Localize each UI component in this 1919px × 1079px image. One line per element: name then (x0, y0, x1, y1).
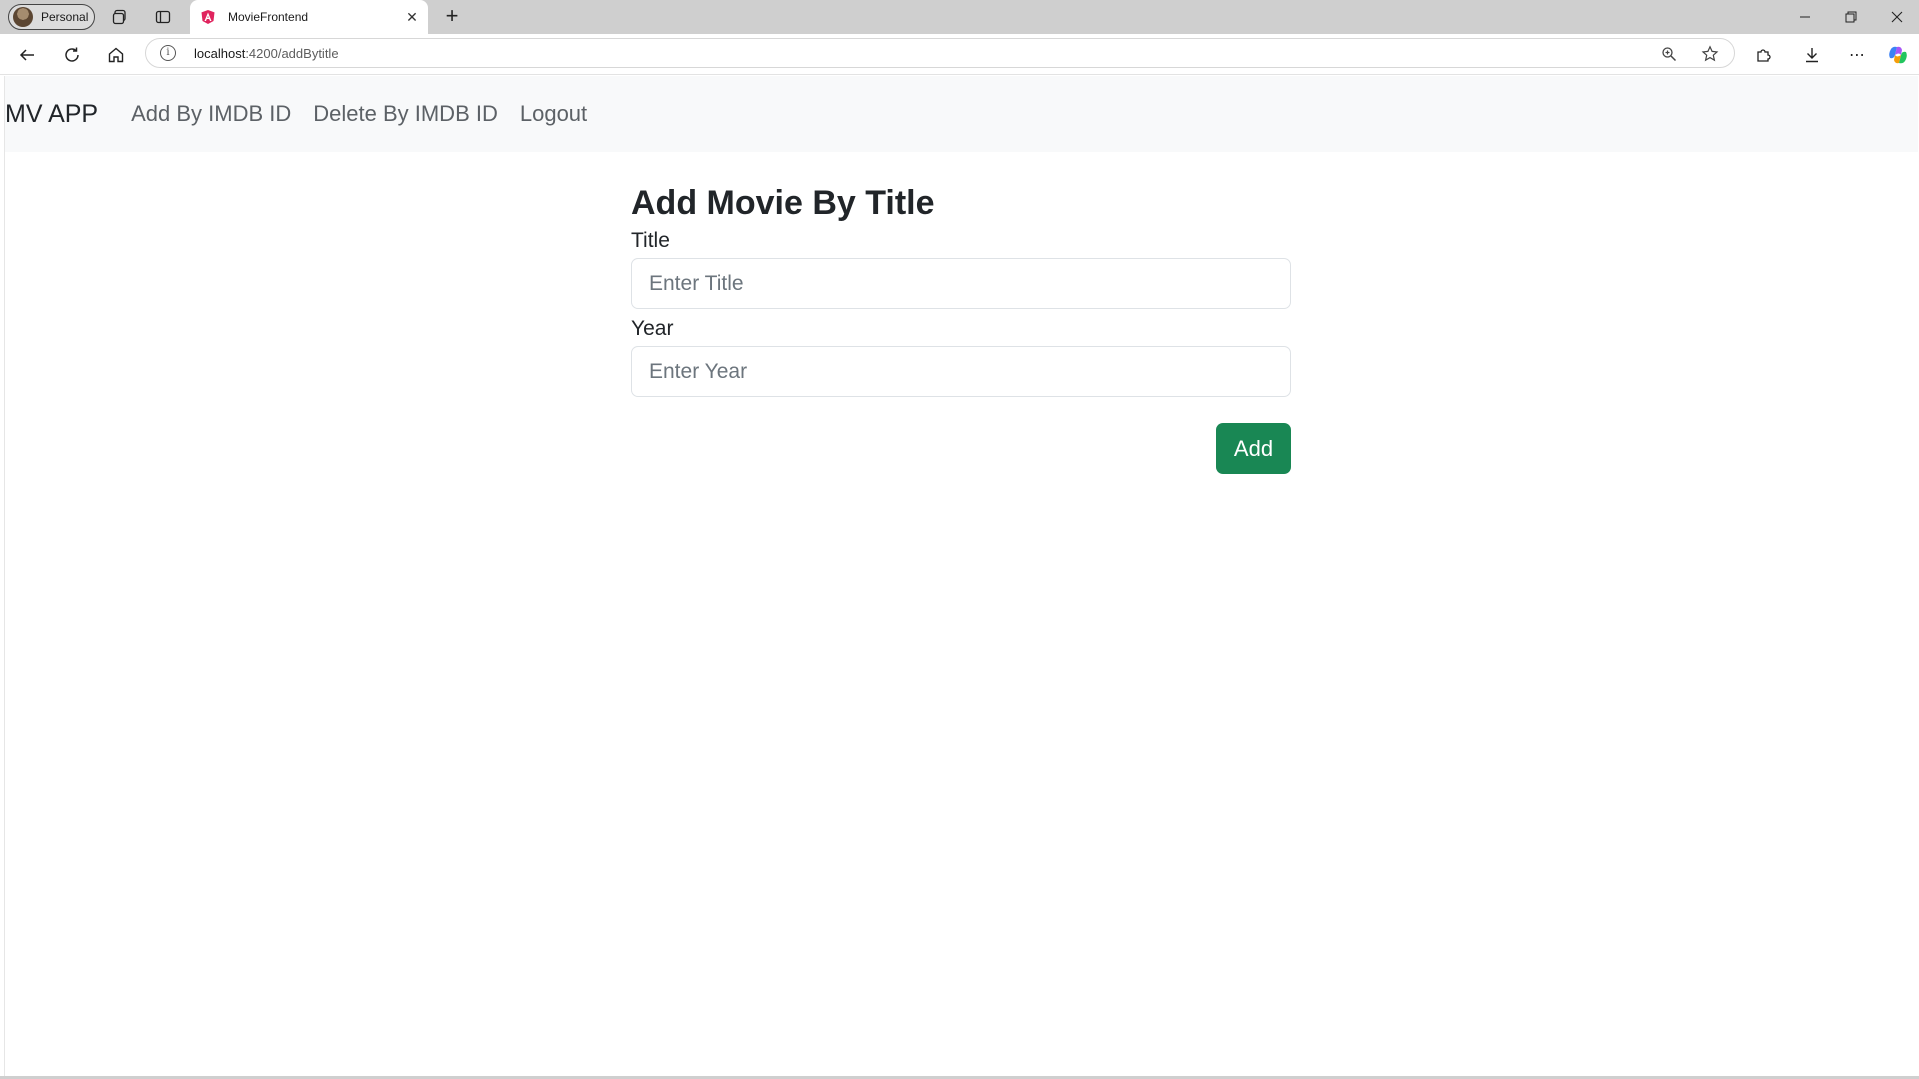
app-navbar: MV APP Add By IMDB ID Delete By IMDB ID … (5, 76, 1918, 152)
favorite-star-icon[interactable] (1701, 45, 1719, 63)
zoom-icon[interactable] (1660, 45, 1678, 63)
nav-link-delete-by-imdb[interactable]: Delete By IMDB ID (313, 101, 498, 127)
form-actions: Add (631, 423, 1291, 483)
year-label: Year (631, 317, 674, 340)
workspaces-icon[interactable] (110, 7, 130, 27)
nav-link-logout[interactable]: Logout (520, 101, 587, 127)
add-movie-form: Add Movie By Title Title Year Add (631, 184, 1291, 483)
title-input[interactable] (631, 258, 1291, 309)
url-text: localhost:4200/addBytitle (194, 46, 339, 61)
extensions-icon[interactable] (1752, 43, 1776, 67)
profile-avatar (13, 7, 33, 27)
title-label: Title (631, 229, 670, 252)
home-icon[interactable] (104, 43, 128, 67)
restore-icon[interactable] (1828, 0, 1874, 34)
year-input[interactable] (631, 346, 1291, 397)
page-title: Add Movie By Title (631, 184, 935, 222)
close-window-icon[interactable] (1874, 0, 1919, 34)
minimize-icon[interactable] (1782, 0, 1828, 34)
browser-toolbar: i localhost:4200/addBytitle ⋯ (0, 34, 1919, 75)
tab-title: MovieFrontend (228, 10, 309, 24)
copilot-icon[interactable] (1886, 43, 1910, 67)
active-tab[interactable]: MovieFrontend ✕ (190, 0, 428, 34)
profile-label: Personal (41, 10, 89, 24)
address-bar[interactable]: i localhost:4200/addBytitle (145, 38, 1735, 68)
angular-favicon (201, 10, 215, 24)
nav-link-add-by-imdb[interactable]: Add By IMDB ID (131, 101, 291, 127)
close-tab-icon[interactable]: ✕ (402, 7, 422, 27)
browser-tabstrip: Personal MovieFrontend ✕ + (0, 0, 1919, 34)
more-icon[interactable]: ⋯ (1845, 43, 1869, 67)
tab-actions-icon[interactable] (153, 7, 173, 27)
add-button[interactable]: Add (1216, 423, 1291, 474)
profile-button[interactable]: Personal (8, 4, 95, 30)
downloads-icon[interactable] (1800, 43, 1824, 67)
site-info-icon[interactable]: i (160, 45, 176, 61)
new-tab-icon[interactable]: + (440, 5, 464, 28)
refresh-icon[interactable] (60, 43, 84, 67)
app-brand[interactable]: MV APP (5, 100, 98, 129)
web-page: MV APP Add By IMDB ID Delete By IMDB ID … (4, 76, 1918, 1076)
back-icon[interactable] (15, 43, 39, 67)
